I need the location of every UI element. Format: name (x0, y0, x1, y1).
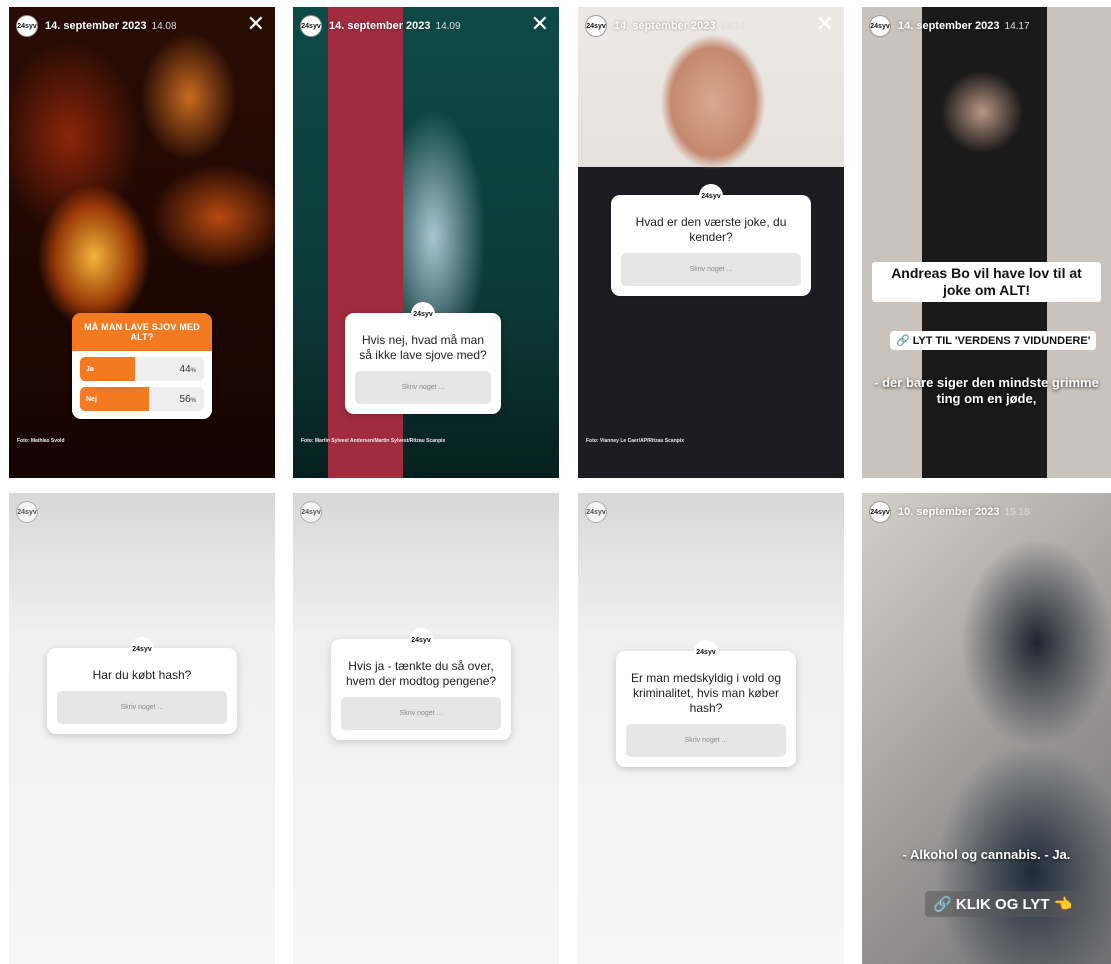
answer-input[interactable]: Skriv noget ... (57, 691, 227, 724)
answer-input[interactable]: Skriv noget ... (621, 253, 801, 286)
story-card-7[interactable]: 24syv 24syv Er man medskyldig i vold og … (578, 493, 844, 964)
question-text: Hvis nej, hvad må man så ikke lave sjove… (359, 333, 487, 362)
poll-percent-suffix: % (190, 397, 196, 404)
poll-percent-value: 44 (179, 363, 191, 375)
link-icon: 🔗 (933, 896, 952, 913)
story-header: 24syv (586, 501, 836, 523)
question-logo: 24syv (409, 628, 433, 652)
story-header: 24syv 14. september 2023 14.17 (870, 15, 1103, 37)
story-date: 10. september 2023 (898, 506, 1000, 518)
close-icon[interactable]: ✕ (816, 13, 834, 35)
avatar[interactable]: 24syv (586, 16, 606, 36)
poll-option-label: Ja (86, 365, 94, 373)
question-sticker: 24syv Er man medskyldig i vold og krimin… (616, 640, 796, 767)
story-card-2[interactable]: 24syv 14. september 2023 14.09 ✕ 24syv H… (293, 7, 559, 478)
story-background-studio (862, 7, 1111, 478)
story-header: 24syv 14. september 2023 14.09 ✕ (301, 13, 551, 37)
question-logo: 24syv (699, 184, 723, 208)
story-date: 14. september 2023 (45, 20, 147, 32)
photo-credit: Foto: Vianney Le Caer/AP/Ritzau Scanpix (586, 438, 684, 444)
story-header: 24syv 10. september 2023 15.18 (870, 501, 1103, 523)
story-card-5[interactable]: 24syv 24syv Har du købt hash? Skriv noge… (9, 493, 275, 964)
avatar[interactable]: 24syv (301, 502, 321, 522)
story-subtitle: - Alkohol og cannabis. - Ja. (902, 847, 1071, 862)
link-sticker[interactable]: 🔗 KLIK OG LYT 👈 (925, 891, 1081, 917)
avatar[interactable]: 24syv (870, 502, 890, 522)
avatar[interactable]: 24syv (301, 16, 321, 36)
poll-sticker: MÅ MAN LAVE SJOV MED ALT? Ja 44% Nej 56% (72, 313, 212, 419)
story-date: 14. september 2023 (898, 20, 1000, 32)
poll-percent-suffix: % (190, 367, 196, 374)
question-logo: 24syv (694, 640, 718, 664)
pointing-hand-icon: 👈 (1053, 896, 1073, 913)
story-header: 24syv 14. september 2023 14.14 ✕ (586, 13, 836, 37)
story-date: 14. september 2023 (614, 20, 716, 32)
question-text: Hvis ja - tænkte du så over, hvem der mo… (345, 659, 497, 688)
photo-credit: Foto: Martin Sylvest Andersen/Martin Syl… (301, 438, 446, 444)
close-icon[interactable]: ✕ (247, 13, 265, 35)
question-sticker: 24syv Har du købt hash? Skriv noget ... (47, 637, 237, 734)
story-card-1[interactable]: 24syv 14. september 2023 14.08 ✕ MÅ MAN … (9, 7, 275, 478)
poll-percent-value: 56 (179, 393, 191, 405)
answer-input[interactable]: Skriv noget ... (626, 724, 786, 757)
avatar[interactable]: 24syv (586, 502, 606, 522)
close-icon[interactable]: ✕ (531, 13, 549, 35)
answer-input[interactable]: Skriv noget ... (355, 371, 491, 404)
story-header: 24syv (17, 501, 267, 523)
poll-option-label: Nej (86, 395, 97, 403)
question-sticker: 24syv Hvad er den værste joke, du kender… (611, 184, 811, 296)
story-subtitle: - der bare siger den mindste grimme ting… (874, 375, 1099, 406)
question-sticker: 24syv Hvis ja - tænkte du så over, hvem … (331, 628, 511, 740)
story-card-3[interactable]: 24syv 14. september 2023 14.14 ✕ 24syv H… (578, 7, 844, 478)
story-title-caption: Andreas Bo vil have lov til at joke om A… (872, 262, 1101, 302)
story-time: 14.14 (720, 20, 746, 32)
question-text: Hvad er den værste joke, du kender? (635, 215, 787, 244)
story-date: 14. september 2023 (329, 20, 431, 32)
story-title: Andreas Bo vil have lov til at joke om A… (872, 262, 1101, 302)
answer-input[interactable]: Skriv noget ... (341, 697, 501, 730)
story-time: 14.09 (435, 20, 461, 32)
photo-credit: Foto: Mathias Svold (17, 438, 65, 444)
question-logo: 24syv (130, 637, 154, 661)
story-card-4[interactable]: 24syv 14. september 2023 14.17 Andreas B… (862, 7, 1111, 478)
story-card-8[interactable]: 24syv 10. september 2023 15.18 - Alkohol… (862, 493, 1111, 964)
avatar[interactable]: 24syv (17, 16, 37, 36)
story-header: 24syv 14. september 2023 14.08 ✕ (17, 13, 267, 37)
question-text: Er man medskyldig i vold og kriminalitet… (630, 671, 782, 715)
story-time: 15.18 (1004, 506, 1030, 518)
link-sticker[interactable]: 🔗 LYT TIL 'VERDENS 7 VIDUNDERE' (890, 331, 1097, 350)
poll-option-ja[interactable]: Ja 44% (80, 357, 204, 381)
story-time: 14.08 (151, 20, 177, 32)
avatar[interactable]: 24syv (870, 16, 890, 36)
link-label: KLIK OG LYT (955, 896, 1050, 913)
link-label: LYT TIL 'VERDENS 7 VIDUNDERE' (912, 335, 1091, 347)
question-text: Har du købt hash? (92, 668, 192, 682)
poll-question: MÅ MAN LAVE SJOV MED ALT? (72, 313, 212, 351)
poll-option-nej[interactable]: Nej 56% (80, 387, 204, 411)
avatar[interactable]: 24syv (17, 502, 37, 522)
link-icon: 🔗 (896, 335, 910, 347)
question-sticker: 24syv Hvis nej, hvad må man så ikke lave… (345, 302, 501, 414)
poll-option-percent: 44% (180, 364, 196, 375)
poll-option-percent: 56% (180, 394, 196, 405)
story-card-6[interactable]: 24syv 24syv Hvis ja - tænkte du så over,… (293, 493, 559, 964)
question-logo: 24syv (411, 302, 435, 326)
story-time: 14.17 (1004, 20, 1030, 32)
story-header: 24syv (301, 501, 551, 523)
